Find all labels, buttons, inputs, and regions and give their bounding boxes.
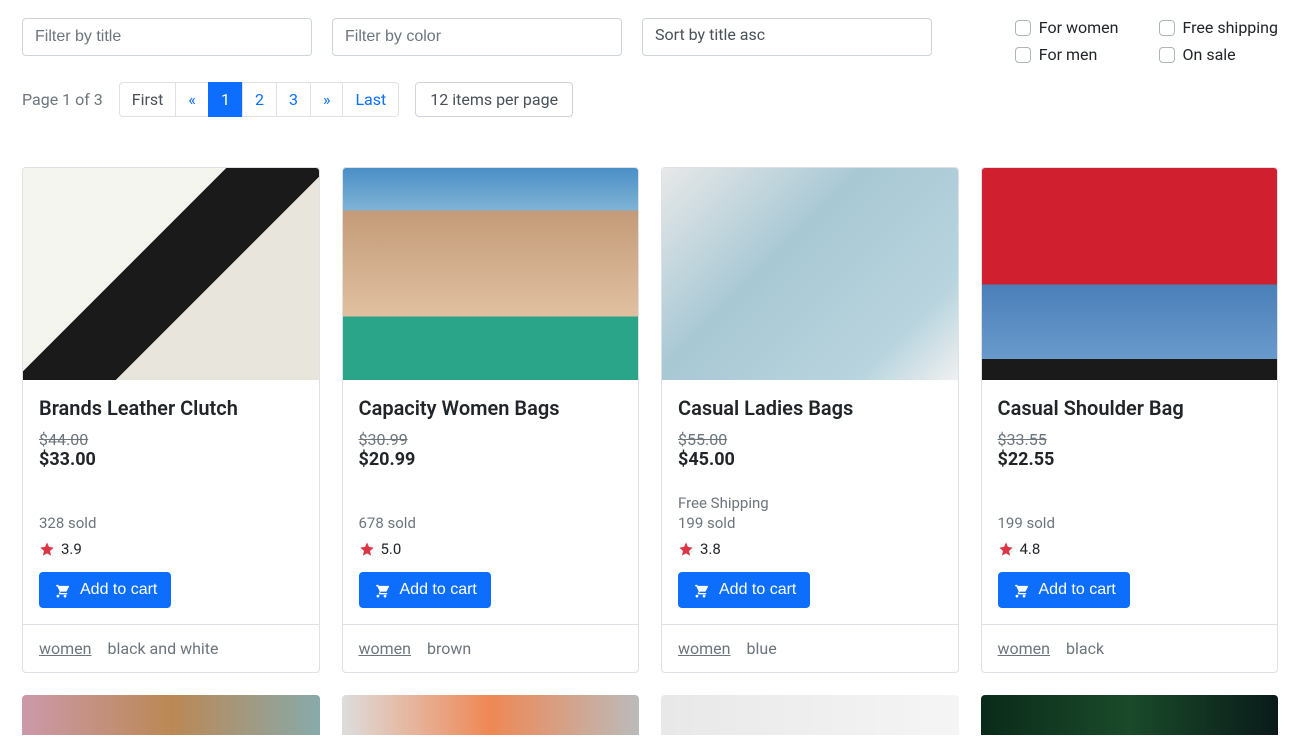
page-info: Page 1 of 3 <box>22 90 103 109</box>
checkbox-label: On sale <box>1183 45 1236 64</box>
product-image[interactable] <box>23 168 319 380</box>
page-1[interactable]: 1 <box>208 82 243 117</box>
add-to-cart-button[interactable]: Add to cart <box>39 572 171 608</box>
product-tag[interactable]: women <box>359 639 412 658</box>
product-price-old: $44.00 <box>39 430 303 449</box>
per-page-select[interactable]: 12 items per page <box>415 82 573 117</box>
filter-title-input[interactable] <box>22 18 312 56</box>
add-to-cart-label: Add to cart <box>1039 581 1116 599</box>
product-sold: 199 sold <box>998 514 1262 532</box>
cart-icon <box>53 582 70 599</box>
product-price-new: $45.00 <box>678 449 942 470</box>
product-rating: 3.8 <box>678 540 942 558</box>
filter-checkboxes: For women For men Free shipping On sale <box>1015 18 1278 64</box>
product-title: Brands Leather Clutch <box>39 396 303 420</box>
star-icon <box>678 541 694 557</box>
rating-value: 3.8 <box>700 540 721 558</box>
product-footer: women brown <box>343 624 639 672</box>
add-to-cart-label: Add to cart <box>80 581 157 599</box>
product-price-new: $33.00 <box>39 449 303 470</box>
add-to-cart-button[interactable]: Add to cart <box>998 572 1130 608</box>
product-title: Casual Ladies Bags <box>678 396 942 420</box>
product-title: Casual Shoulder Bag <box>998 396 1262 420</box>
product-image[interactable] <box>982 168 1278 380</box>
product-shipping: Free Shipping <box>678 494 942 512</box>
add-to-cart-button[interactable]: Add to cart <box>359 572 491 608</box>
page-last[interactable]: Last <box>342 82 399 117</box>
pagination: First « 1 2 3 » Last <box>119 82 399 117</box>
checkbox-for-women[interactable]: For women <box>1015 18 1119 37</box>
filters-row: Sort by title asc For women For men Free… <box>22 18 1278 64</box>
product-footer: women black and white <box>23 624 319 672</box>
product-grid-row-2 <box>22 695 1278 735</box>
product-tag[interactable]: women <box>678 639 731 658</box>
product-rating: 3.9 <box>39 540 303 558</box>
cart-icon <box>692 582 709 599</box>
product-rating: 5.0 <box>359 540 623 558</box>
product-price-new: $22.55 <box>998 449 1262 470</box>
product-title: Capacity Women Bags <box>359 396 623 420</box>
filter-color-input[interactable] <box>332 18 622 56</box>
product-footer: women blue <box>662 624 958 672</box>
product-card: Capacity Women Bags $30.99 $20.99 678 so… <box>342 167 640 673</box>
product-color: blue <box>747 639 777 658</box>
product-price-old: $30.99 <box>359 430 623 449</box>
checkbox-icon <box>1159 47 1175 63</box>
checkbox-on-sale[interactable]: On sale <box>1159 45 1279 64</box>
page-3[interactable]: 3 <box>276 82 311 117</box>
page-first[interactable]: First <box>119 82 177 117</box>
rating-value: 5.0 <box>381 540 402 558</box>
product-image[interactable] <box>22 695 320 735</box>
checkbox-label: Free shipping <box>1183 18 1279 37</box>
star-icon <box>359 541 375 557</box>
rating-value: 4.8 <box>1020 540 1041 558</box>
checkbox-label: For men <box>1039 45 1098 64</box>
product-grid: Brands Leather Clutch $44.00 $33.00 328 … <box>22 167 1278 673</box>
product-color: black and white <box>108 639 219 658</box>
cart-icon <box>373 582 390 599</box>
product-card: Casual Shoulder Bag $33.55 $22.55 199 so… <box>981 167 1279 673</box>
rating-value: 3.9 <box>61 540 82 558</box>
star-icon <box>39 541 55 557</box>
product-image[interactable] <box>662 168 958 380</box>
page-prev[interactable]: « <box>175 82 209 117</box>
product-image[interactable] <box>343 168 639 380</box>
product-image[interactable] <box>342 695 640 735</box>
product-image[interactable] <box>661 695 959 735</box>
add-to-cart-label: Add to cart <box>400 581 477 599</box>
product-price-old: $55.00 <box>678 430 942 449</box>
cart-icon <box>1012 582 1029 599</box>
page-next[interactable]: » <box>310 82 344 117</box>
star-icon <box>998 541 1014 557</box>
product-tag[interactable]: women <box>998 639 1051 658</box>
pagination-row: Page 1 of 3 First « 1 2 3 » Last 12 item… <box>22 82 1278 117</box>
product-image[interactable] <box>981 695 1279 735</box>
add-to-cart-button[interactable]: Add to cart <box>678 572 810 608</box>
product-rating: 4.8 <box>998 540 1262 558</box>
product-footer: women black <box>982 624 1278 672</box>
checkbox-icon <box>1015 20 1031 36</box>
sort-select[interactable]: Sort by title asc <box>642 18 932 56</box>
product-color: brown <box>427 639 471 658</box>
checkbox-free-shipping[interactable]: Free shipping <box>1159 18 1279 37</box>
product-sold: 199 sold <box>678 514 942 532</box>
checkbox-label: For women <box>1039 18 1119 37</box>
checkbox-for-men[interactable]: For men <box>1015 45 1119 64</box>
product-color: black <box>1066 639 1104 658</box>
product-sold: 678 sold <box>359 514 623 532</box>
product-price-old: $33.55 <box>998 430 1262 449</box>
page-2[interactable]: 2 <box>242 82 277 117</box>
product-card: Brands Leather Clutch $44.00 $33.00 328 … <box>22 167 320 673</box>
product-card: Casual Ladies Bags $55.00 $45.00 Free Sh… <box>661 167 959 673</box>
product-price-new: $20.99 <box>359 449 623 470</box>
product-sold: 328 sold <box>39 514 303 532</box>
add-to-cart-label: Add to cart <box>719 581 796 599</box>
checkbox-icon <box>1159 20 1175 36</box>
product-tag[interactable]: women <box>39 639 92 658</box>
checkbox-icon <box>1015 47 1031 63</box>
